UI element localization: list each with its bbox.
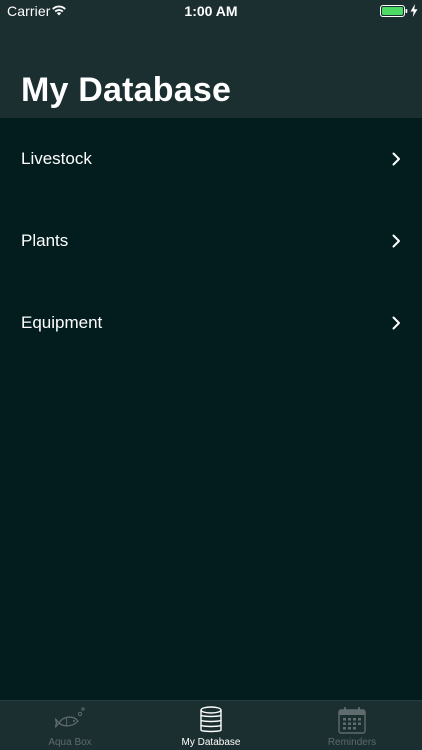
charging-bolt-icon [410,4,418,17]
calendar-icon [338,707,366,734]
chevron-right-icon [392,316,400,330]
tab-label: Aqua Box [48,737,92,748]
list-item-label: Plants [21,231,69,250]
battery-icon [380,5,408,17]
page-title: My Database [21,71,232,109]
list-item-plants[interactable]: Plants [0,200,422,282]
list-item-equipment[interactable]: Equipment [0,282,422,364]
tab-my-database[interactable]: My Database [141,701,281,750]
tab-bar: Aqua Box My Database Reminders [0,700,422,750]
tab-label: My Database [181,737,241,748]
list-item-livestock[interactable]: Livestock [0,118,422,200]
status-bar: Carrier 1:00 AM [0,0,422,22]
navigation-header: Carrier 1:00 AM My Database [0,0,422,118]
list-item-label: Livestock [21,149,92,168]
tab-aqua-box[interactable]: Aqua Box [0,701,140,750]
chevron-right-icon [392,152,400,166]
fish-icon [55,707,85,728]
tab-label: Reminders [327,737,377,748]
database-icon [200,706,222,733]
tab-reminders[interactable]: Reminders [282,701,422,750]
app-root: Carrier 1:00 AM My Database Livestock Pl… [0,0,422,750]
database-category-list: Livestock Plants Equipment [0,118,422,364]
list-item-label: Equipment [21,313,103,332]
clock-time: 1:00 AM [184,3,238,19]
chevron-right-icon [392,234,400,248]
